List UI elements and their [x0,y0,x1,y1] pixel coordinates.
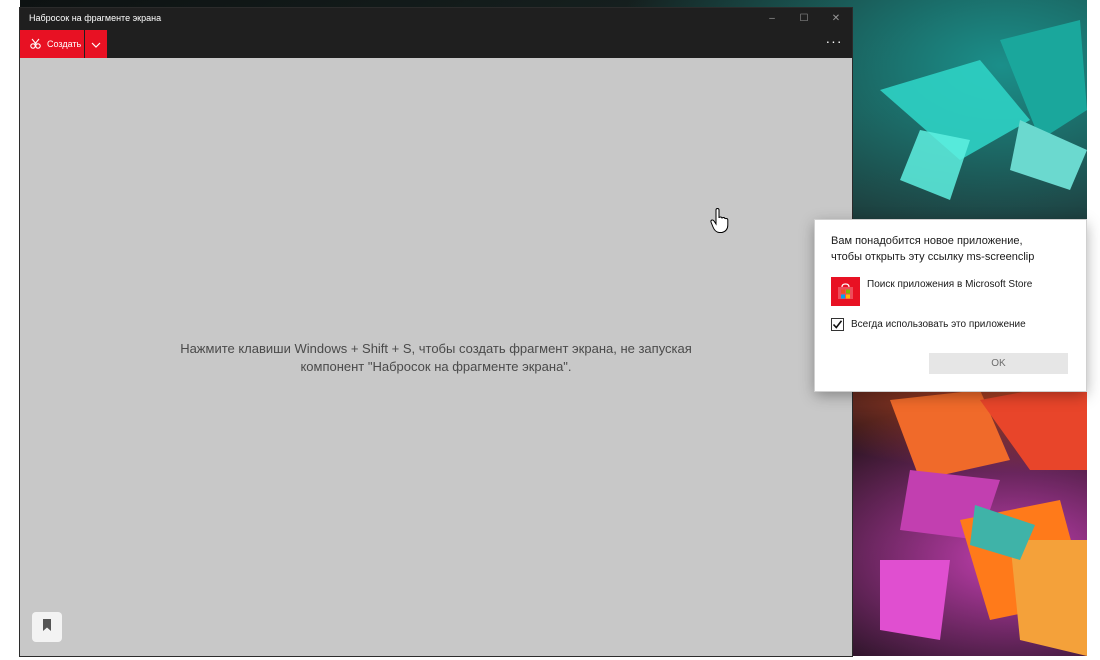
store-option-label: Поиск приложения в Microsoft Store [867,279,1033,290]
create-dropdown-button[interactable] [85,30,107,58]
create-label: Создать [47,39,82,49]
toolbar: Создать ··· [20,30,852,58]
always-use-label: Всегда использовать это приложение [851,319,1026,330]
snip-sketch-window: Набросок на фрагменте экрана – ☐ ✕ Созда… [20,8,852,656]
checkmark-icon [832,320,843,329]
bookmark-button[interactable] [32,612,62,642]
dialog-message-line-1: Вам понадобится новое приложение, [831,235,1023,247]
microsoft-store-icon [831,277,860,306]
snip-icon [29,37,42,52]
minimize-button[interactable]: – [756,11,788,27]
dialog-message-line-2: чтобы открыть эту ссылку ms-screenclip [831,251,1035,263]
create-button[interactable]: Создать [20,30,84,58]
maximize-button[interactable]: ☐ [788,11,820,27]
chevron-down-icon [91,35,101,53]
store-option[interactable]: Поиск приложения в Microsoft Store [831,277,1076,307]
dialog-message: Вам понадобится новое приложение, чтобы … [831,233,1076,265]
bookmark-icon [42,618,52,636]
title-bar: Набросок на фрагменте экрана – ☐ ✕ [20,8,852,30]
always-use-checkbox[interactable] [831,318,844,331]
hint-line-1: Нажмите клавиши Windows + Shift + S, что… [180,341,692,356]
window-title: Набросок на фрагменте экрана [29,13,162,23]
close-button[interactable]: ✕ [820,11,852,27]
hint-line-2: компонент "Набросок на фрагменте экрана"… [300,359,572,374]
ok-button[interactable]: OK [929,353,1068,374]
more-options-button[interactable]: ··· [824,34,844,54]
hand-pointer-icon [710,207,730,234]
app-picker-dialog: Вам понадобится новое приложение, чтобы … [815,220,1086,391]
always-use-row[interactable]: Всегда использовать это приложение [831,318,1076,332]
hint-text: Нажмите клавиши Windows + Shift + S, что… [160,340,712,376]
canvas-area: Нажмите клавиши Windows + Shift + S, что… [20,58,852,656]
